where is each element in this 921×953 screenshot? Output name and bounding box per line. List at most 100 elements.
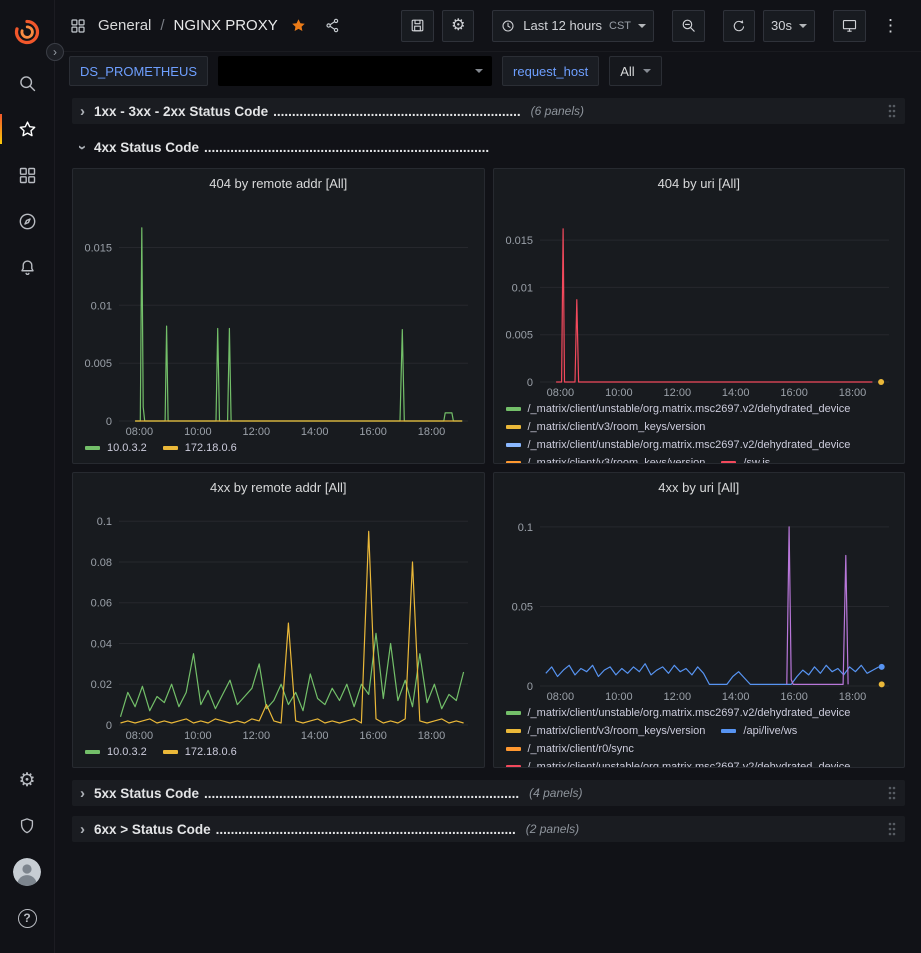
legend-label: 172.18.0.6 [185,441,237,455]
question-mark: ? [23,911,30,925]
row-drag-handle[interactable] [887,785,897,801]
row-1xx-3xx-2xx-status-code[interactable]: › 1xx - 3xx - 2xx Status Code...........… [72,98,905,124]
legend: 10.0.3.2 172.18.0.6 [73,438,484,463]
variables-bar: DS_PROMETHEUS request_host All [55,52,921,90]
legend-item[interactable]: 172.18.0.6 [163,745,237,759]
panel-title[interactable]: 4xx by remote addr [All] [73,473,484,501]
legend-label: /_matrix/client/v3/room_keys/version [528,724,706,738]
svg-text:14:00: 14:00 [301,426,329,438]
compass-icon [17,211,38,232]
drag-dots-icon [887,821,897,837]
caret-down-icon [638,24,646,28]
legend-item[interactable]: 10.0.3.2 [85,441,147,455]
row-drag-handle[interactable] [887,821,897,837]
sidebar-item-settings[interactable]: ⚙ [0,757,55,803]
zoom-out-button[interactable] [672,10,705,42]
top-navbar: General / NGINX PROXY ⚙ [55,0,921,52]
panel-title[interactable]: 404 by remote addr [All] [73,169,484,197]
svg-text:14:00: 14:00 [301,730,329,742]
chevron-right-icon: › [80,786,85,801]
svg-text:16:00: 16:00 [780,691,808,703]
sidebar-expand-button[interactable]: › [46,43,64,61]
bell-icon [17,257,38,278]
legend-item[interactable]: /_matrix/client/unstable/org.matrix.msc2… [506,760,851,767]
navbar-actions: ⚙ Last 12 hours CST 30s [401,10,907,42]
svg-text:0: 0 [106,720,112,732]
svg-text:0.1: 0.1 [517,522,532,534]
legend: /_matrix/client/unstable/org.matrix.msc2… [494,399,905,463]
sidebar-item-profile[interactable] [0,849,55,895]
sidebar-item-starred[interactable] [0,106,55,152]
panel-title[interactable]: 4xx by uri [All] [494,473,905,501]
svg-text:0.01: 0.01 [511,282,532,294]
sidebar-item-dashboards[interactable] [0,152,55,198]
refresh-interval-dropdown[interactable]: 30s [763,10,815,42]
dashboard-title[interactable]: NGINX PROXY [174,17,278,34]
zoom-out-icon [680,17,697,34]
request-host-variable-label[interactable]: request_host [502,56,599,86]
svg-text:0.05: 0.05 [511,602,532,614]
chevron-down-icon: › [75,145,90,150]
datasource-variable-label[interactable]: DS_PROMETHEUS [69,56,208,86]
panel-4xx-by-remote-addr: 4xx by remote addr [All] 00.020.040.060.… [72,472,485,768]
favorite-star-button[interactable] [290,17,307,34]
row-5xx-status-code[interactable]: › 5xx Status Code.......................… [72,780,905,806]
datasource-select[interactable] [218,56,492,86]
search-icon [17,73,38,94]
svg-text:18:00: 18:00 [838,387,866,399]
legend-item[interactable]: /_matrix/client/v3/room_keys/version [506,724,706,738]
chevron-right-icon: › [80,822,85,837]
row-drag-handle[interactable] [887,103,897,119]
time-range-picker[interactable]: Last 12 hours CST [492,10,654,42]
timeseries-chart[interactable]: 00.0050.010.01508:0010:0012:0014:0016:00… [498,199,899,399]
legend-item[interactable]: /_matrix/client/unstable/org.matrix.msc2… [506,402,851,416]
cycle-view-button[interactable] [833,10,866,42]
refresh-button[interactable] [723,10,755,42]
legend-swatch [163,750,178,754]
svg-text:08:00: 08:00 [546,387,574,399]
row-title: 5xx Status Code.........................… [94,786,519,801]
share-dashboard-button[interactable] [324,17,341,34]
chart-svg: 00.050.108:0010:0012:0014:0016:0018:00 [498,503,899,703]
svg-text:16:00: 16:00 [359,426,387,438]
sidebar: ⚙ ? › [0,0,55,953]
sidebar-item-explore[interactable] [0,198,55,244]
row-4xx-status-code[interactable]: › 4xx Status Code.......................… [72,134,905,160]
sidebar-item-alerting[interactable] [0,244,55,290]
legend-item[interactable]: /_matrix/client/unstable/org.matrix.msc2… [506,706,851,720]
sidebar-item-server-admin[interactable] [0,803,55,849]
legend-item[interactable]: /_matrix/client/v3/room_keys/version [506,456,706,463]
legend-swatch [506,747,521,751]
drag-dots-icon [887,103,897,119]
gear-icon: ⚙ [451,18,465,34]
caret-down-icon [799,24,807,28]
dashboards-grid-icon [17,165,38,186]
legend-item[interactable]: /sw.js [721,456,770,463]
request-host-select[interactable]: All [609,56,661,86]
sidebar-item-help[interactable]: ? [0,895,55,941]
timeseries-chart[interactable]: 00.020.040.060.080.108:0010:0012:0014:00… [77,503,478,742]
legend-item[interactable]: 172.18.0.6 [163,441,237,455]
timezone-label: CST [609,20,631,32]
dashboard-settings-button[interactable]: ⚙ [442,10,474,42]
timeseries-chart[interactable]: 00.0050.010.01508:0010:0012:0014:0016:00… [77,199,478,438]
legend-item[interactable]: /_matrix/client/unstable/org.matrix.msc2… [506,438,851,452]
legend-swatch [506,407,521,411]
legend-item[interactable]: /api/live/ws [721,724,797,738]
timeseries-chart[interactable]: 00.050.108:0010:0012:0014:0016:0018:00 [498,503,899,703]
row-6xx-status-code[interactable]: › 6xx > Status Code.....................… [72,816,905,842]
svg-text:08:00: 08:00 [546,691,574,703]
chevron-right-icon: › [80,104,85,119]
caret-down-icon [643,69,651,73]
svg-text:0.005: 0.005 [84,358,112,370]
more-options-button[interactable]: ⋮ [874,10,907,42]
svg-text:18:00: 18:00 [418,426,446,438]
legend-item[interactable]: /_matrix/client/v3/room_keys/version [506,420,706,434]
svg-text:14:00: 14:00 [721,691,749,703]
breadcrumb-folder[interactable]: General [98,17,151,34]
save-dashboard-button[interactable] [401,10,434,42]
sidebar-item-search[interactable] [0,60,55,106]
panel-title[interactable]: 404 by uri [All] [494,169,905,197]
legend-item[interactable]: /_matrix/client/r0/sync [506,742,634,756]
legend-item[interactable]: 10.0.3.2 [85,745,147,759]
